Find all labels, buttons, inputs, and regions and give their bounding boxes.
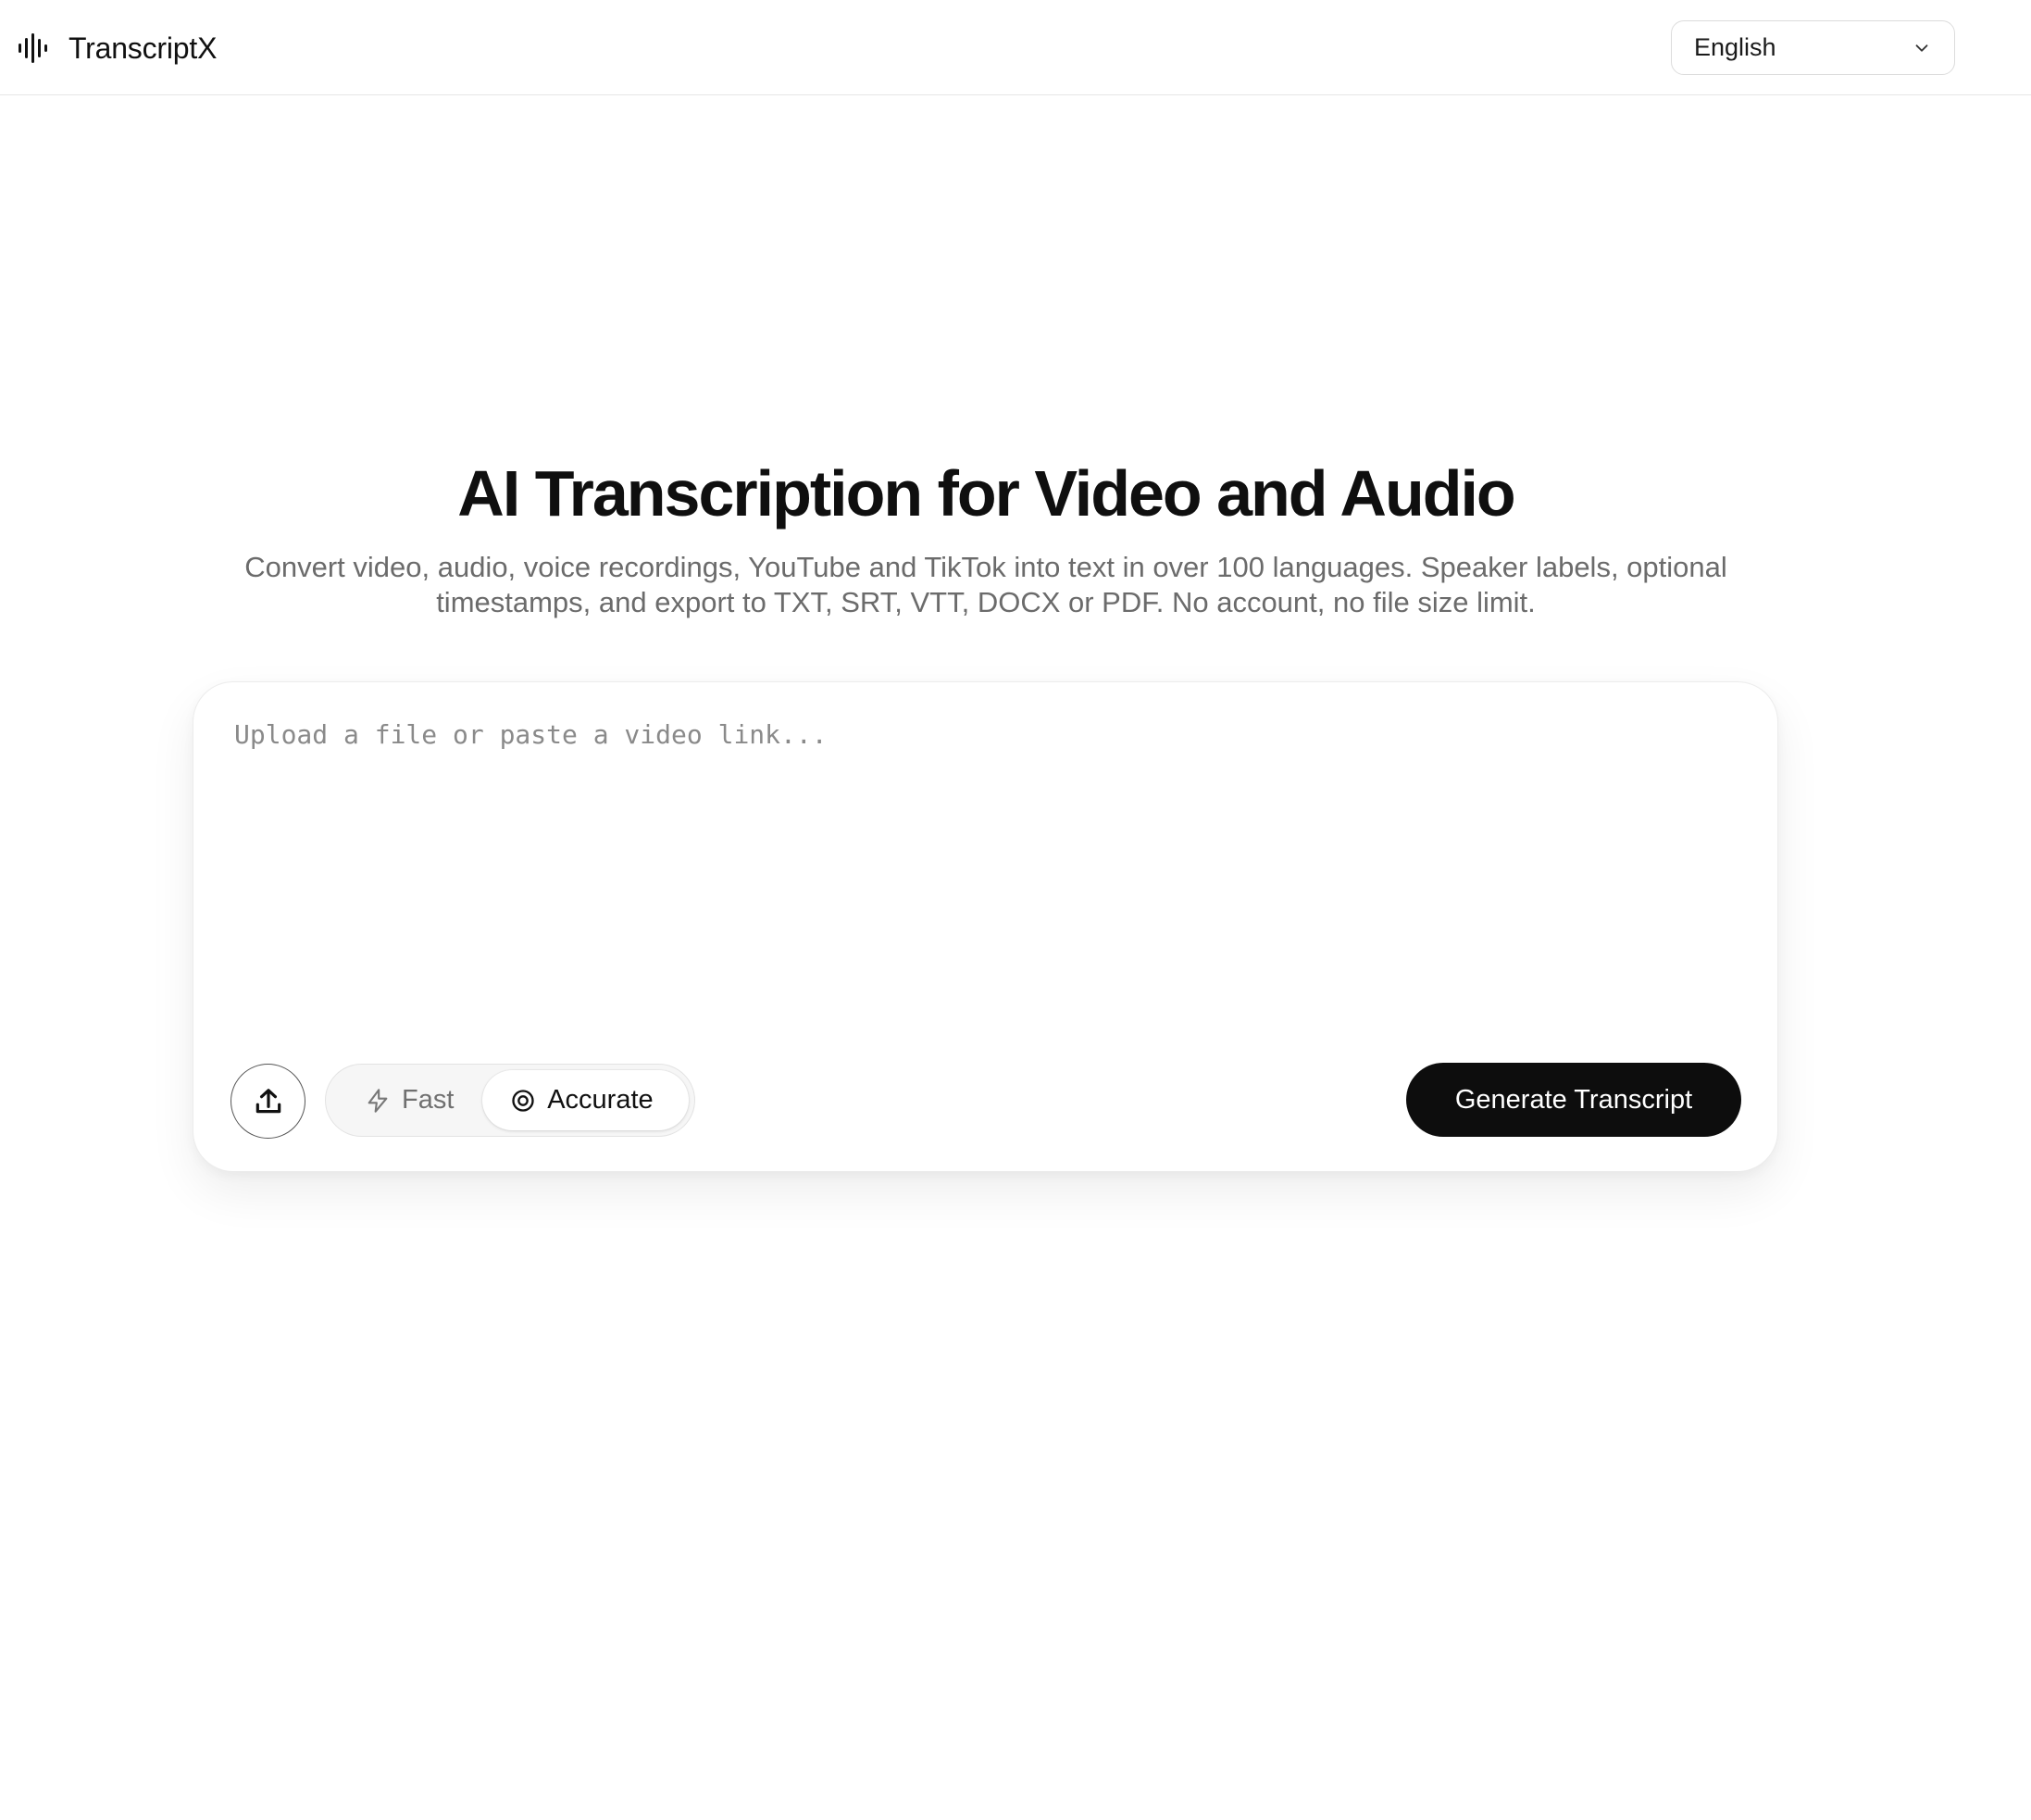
brand-name: TranscriptX xyxy=(69,31,218,65)
upload-icon xyxy=(255,1088,280,1113)
top-navbar: TranscriptX English xyxy=(0,0,2031,95)
lightning-icon xyxy=(368,1088,388,1113)
brand-logo[interactable]: TranscriptX xyxy=(17,28,217,69)
page-title: AI Transcription for Video and Audio xyxy=(457,457,1515,530)
chevron-down-icon xyxy=(1915,44,1928,52)
transcription-composer: Fast Accurate Generate Transcript xyxy=(193,681,1778,1172)
language-select-value: English xyxy=(1694,33,1776,61)
mode-fast-label: Fast xyxy=(402,1085,455,1115)
waveform-icon xyxy=(19,33,47,63)
media-link-input[interactable] xyxy=(234,719,1734,979)
mode-accurate-label: Accurate xyxy=(547,1085,654,1115)
mode-accurate-option[interactable]: Accurate xyxy=(482,1070,689,1130)
generate-transcript-button[interactable]: Generate Transcript xyxy=(1406,1063,1741,1137)
mode-toggle: Fast Accurate xyxy=(325,1064,695,1137)
upload-button[interactable] xyxy=(231,1064,305,1139)
language-select[interactable]: English xyxy=(1671,20,1955,75)
target-icon xyxy=(512,1089,534,1112)
page-subtitle: Convert video, audio, voice recordings, … xyxy=(244,551,1727,618)
mode-fast-option[interactable]: Fast xyxy=(331,1070,482,1130)
